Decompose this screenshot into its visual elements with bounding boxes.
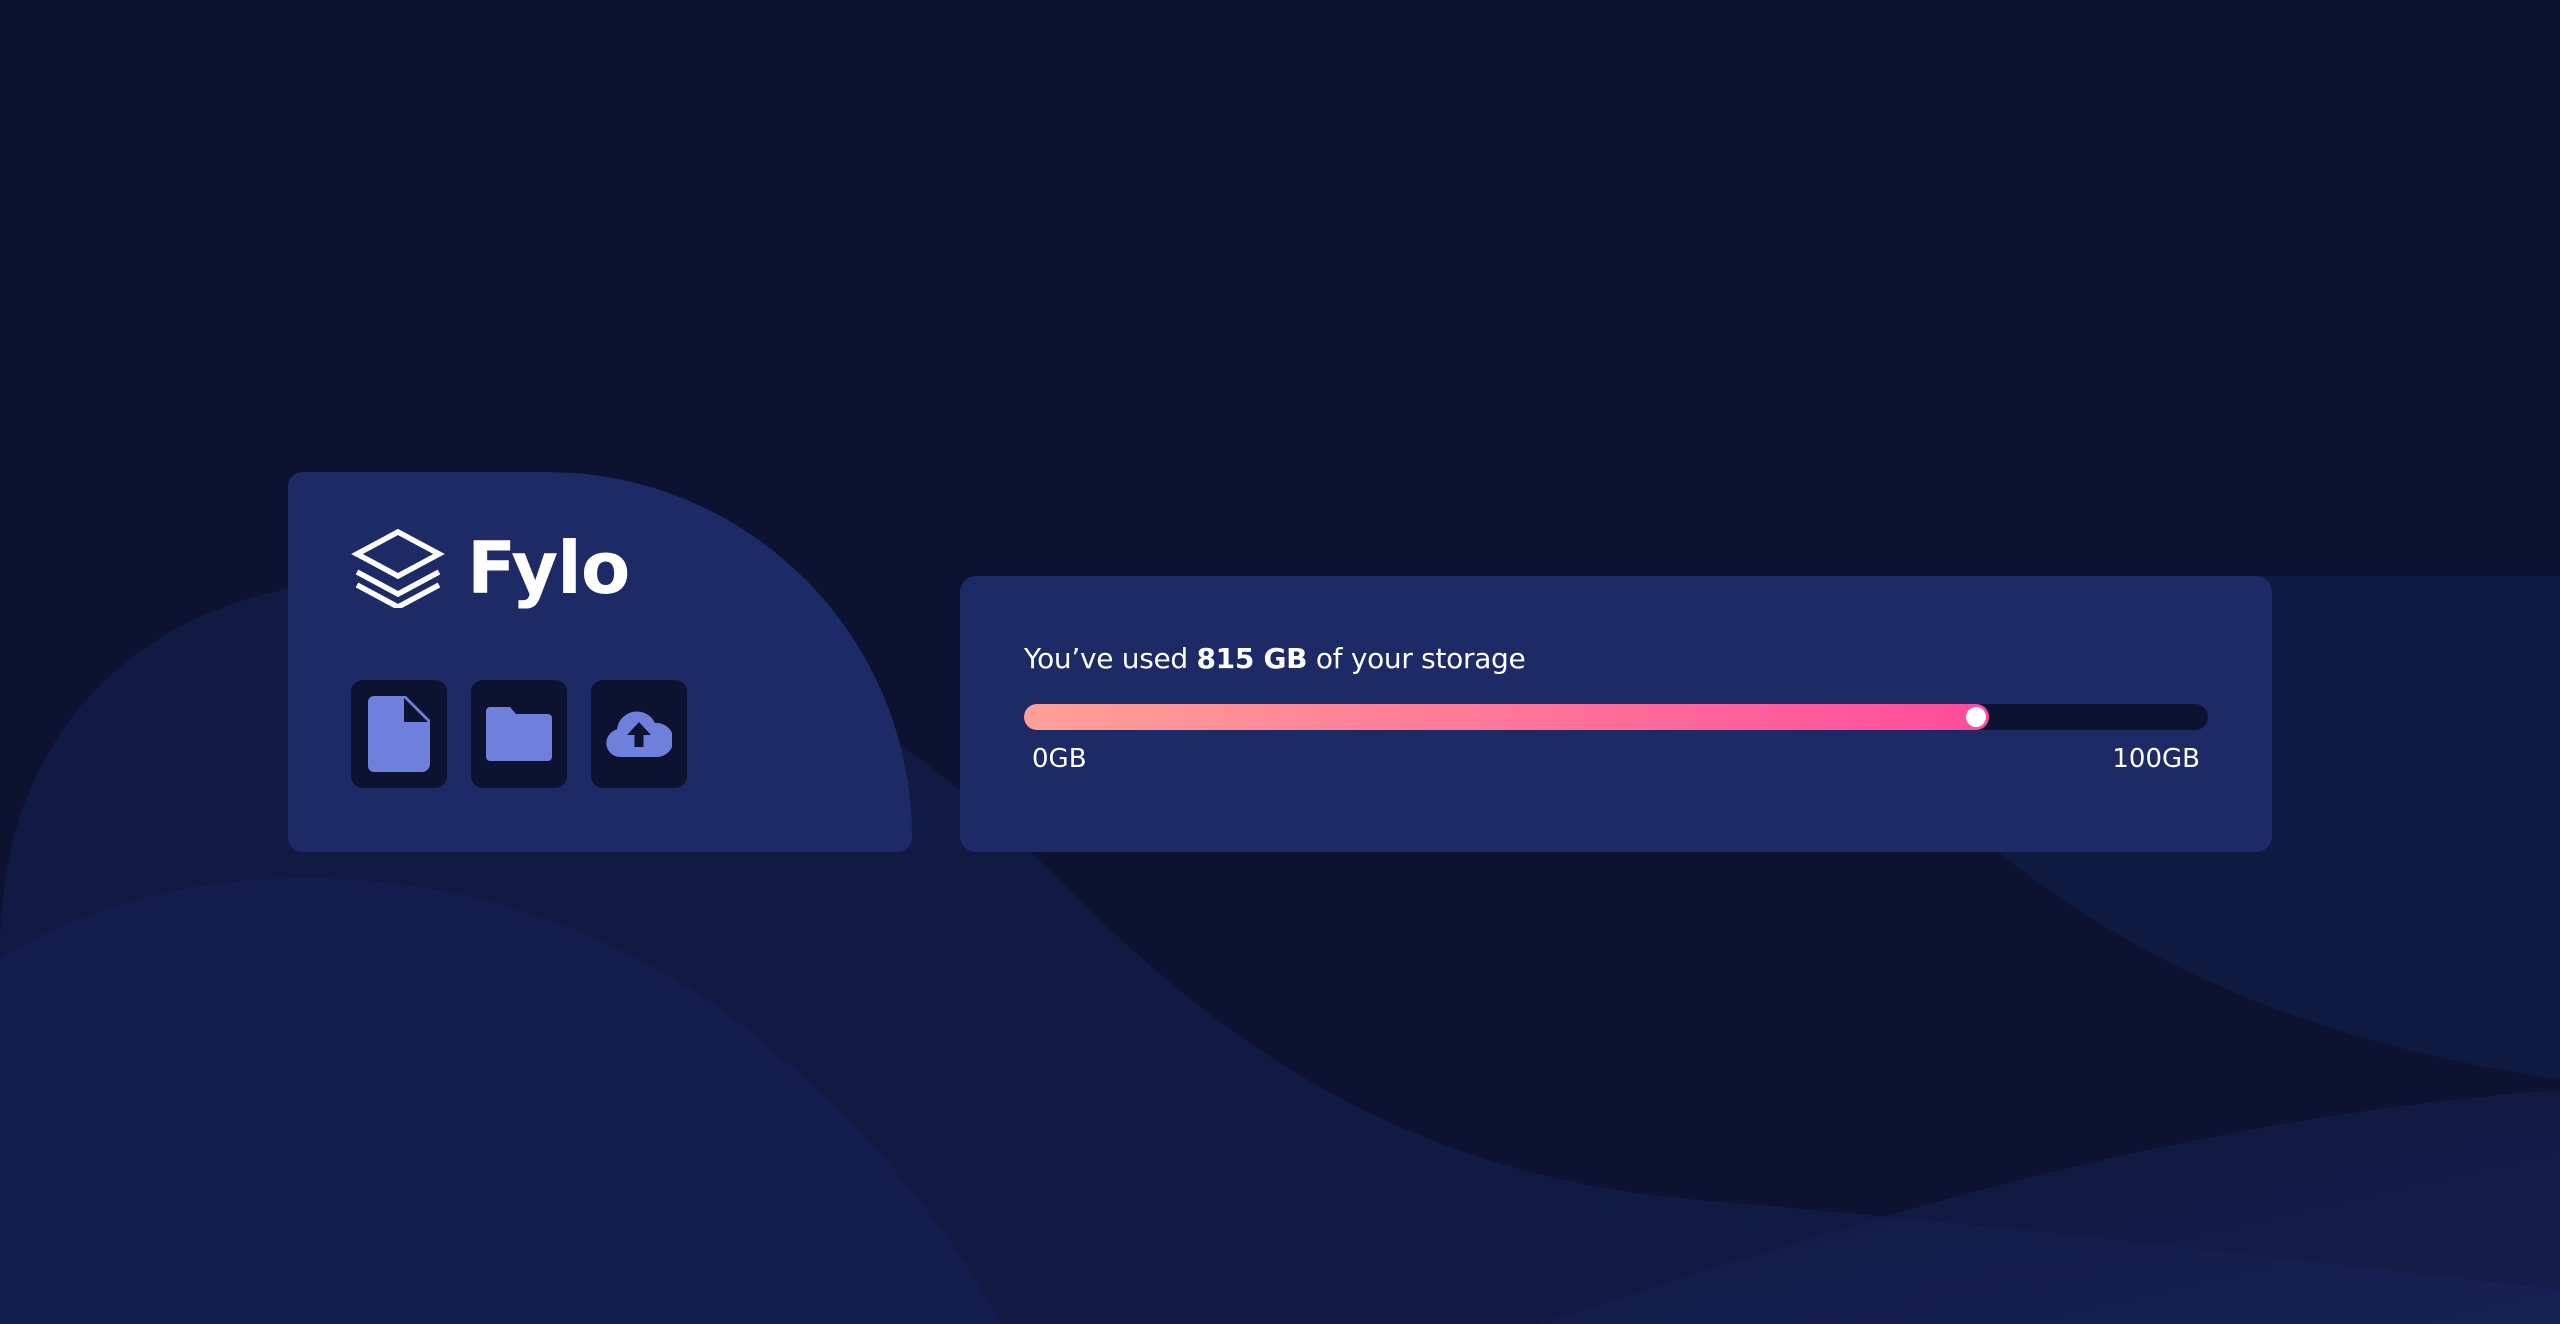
brand-name: Fylo — [467, 526, 630, 610]
upload-button[interactable] — [591, 680, 687, 788]
scale-min-label: 0GB — [1032, 744, 1087, 774]
layers-icon — [351, 528, 445, 608]
folder-button[interactable] — [471, 680, 567, 788]
storage-prefix: You’ve used — [1024, 642, 1197, 675]
document-icon — [368, 696, 430, 772]
page: Fylo You’ve used 815 GB of your storage … — [0, 0, 2560, 1324]
storage-progress-bar — [1024, 704, 2208, 730]
folder-icon — [486, 707, 552, 761]
document-button[interactable] — [351, 680, 447, 788]
logo: Fylo — [351, 526, 630, 610]
storage-summary: You’ve used 815 GB of your storage — [1024, 642, 1526, 675]
storage-card: You’ve used 815 GB of your storage 0GB 1… — [960, 576, 2272, 852]
storage-progress-fill — [1024, 704, 1989, 730]
toolbar — [351, 680, 687, 788]
progress-handle — [1965, 707, 1986, 727]
cloud-upload-icon — [606, 711, 672, 757]
storage-used-value: 815 GB — [1196, 642, 1308, 675]
storage-suffix: of your storage — [1307, 642, 1526, 675]
scale-max-label: 100GB — [2112, 744, 2200, 774]
